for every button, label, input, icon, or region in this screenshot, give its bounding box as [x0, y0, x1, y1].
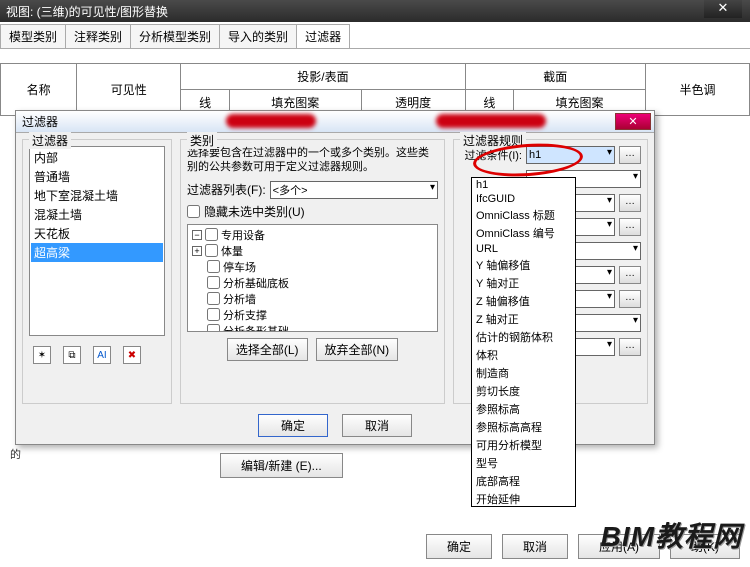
rename-filter-icon[interactable]: AI	[93, 346, 111, 364]
list-item[interactable]: 地下室混凝土墙	[31, 186, 163, 205]
dropdown-item[interactable]: h1	[472, 178, 575, 192]
dropdown-item[interactable]: Y 轴对正	[472, 274, 575, 292]
dialog-title: 过滤器	[22, 113, 58, 130]
col-sec-group: 截面	[465, 64, 645, 90]
rule-more-button[interactable]: …	[619, 290, 641, 308]
main-titlebar: 视图: (三维)的可见性/图形替换 ✕	[0, 0, 750, 22]
rule-filter-dropdown[interactable]: h1IfcGUIDOmniClass 标题OmniClass 编号URLY 轴偏…	[471, 177, 576, 507]
dropdown-item[interactable]: URL	[472, 242, 575, 256]
rule-more-button[interactable]: …	[619, 266, 641, 284]
main-title: 视图: (三维)的可见性/图形替换	[6, 3, 168, 20]
cat-list-label: 过滤器列表(F):	[187, 181, 266, 198]
rule-more-button[interactable]: …	[619, 194, 641, 212]
dropdown-item[interactable]: 底部高程	[472, 472, 575, 490]
categories-desc: 选择要包含在过滤器中的一个或多个类别。这些类别的公共参数可用于定义过滤器规则。	[187, 146, 438, 175]
deselect-all-button[interactable]: 放弃全部(N)	[316, 338, 399, 361]
main-tabs: 模型类别 注释类别 分析模型类别 导入的类别 过滤器	[0, 24, 750, 49]
copy-filter-icon[interactable]: ⧉	[63, 346, 81, 364]
col-proj-group: 投影/表面	[181, 64, 465, 90]
dialog-titlebar[interactable]: 过滤器 ✕	[16, 111, 654, 133]
rule-filter-label: 过滤条件(I):	[460, 147, 522, 163]
category-list[interactable]: −专用设备 +体量 停车场 分析基础底板 分析墙 分析支撑 分析条形基础 分析柱	[187, 224, 438, 332]
list-item[interactable]: 超高梁	[31, 243, 163, 262]
filter-listbox[interactable]: 内部 普通墙 地下室混凝土墙 混凝土墙 天花板 超高梁	[29, 146, 165, 336]
dropdown-item[interactable]: 估计的钢筋体积	[472, 328, 575, 346]
select-all-button[interactable]: 选择全部(L)	[227, 338, 308, 361]
tab-model[interactable]: 模型类别	[0, 24, 66, 48]
bg-header-table: 名称 可见性 投影/表面 截面 半色调 线 填充图案 透明度 线 填充图案	[0, 63, 750, 116]
list-item[interactable]: 内部	[31, 148, 163, 167]
dropdown-item[interactable]: OmniClass 标题	[472, 206, 575, 224]
list-item[interactable]: 停车场	[190, 259, 435, 275]
list-item[interactable]: 分析支撑	[190, 307, 435, 323]
rule-more-button[interactable]: …	[619, 218, 641, 236]
rule-more-button[interactable]: …	[619, 146, 641, 164]
filter-icon-row: ✶ ⧉ AI ✖	[29, 346, 165, 364]
list-item[interactable]: +体量	[190, 243, 435, 259]
dropdown-item[interactable]: 剪切长度	[472, 382, 575, 400]
col-halftone: 半色调	[645, 64, 749, 116]
list-item[interactable]: 分析墙	[190, 291, 435, 307]
hide-unchecked-checkbox[interactable]	[187, 205, 200, 218]
dialog-close-icon[interactable]: ✕	[615, 113, 651, 130]
dropdown-item[interactable]: Z 轴对正	[472, 310, 575, 328]
bottom-text: 的	[10, 446, 21, 462]
footer-buttons: 确定 取消 应用(A) 助(K)	[426, 534, 740, 559]
rule-filter-select[interactable]	[526, 146, 615, 164]
cancel-button[interactable]: 取消	[502, 534, 568, 559]
list-item[interactable]: 分析条形基础	[190, 323, 435, 332]
categories-group-label: 类别	[187, 132, 217, 149]
dropdown-item[interactable]: IfcGUID	[472, 192, 575, 206]
tab-analytical[interactable]: 分析模型类别	[130, 24, 220, 48]
dropdown-item[interactable]: 参照标高	[472, 400, 575, 418]
dropdown-item[interactable]: 制造商	[472, 364, 575, 382]
filter-group: 过滤器 内部 普通墙 地下室混凝土墙 混凝土墙 天花板 超高梁 ✶ ⧉ AI ✖	[22, 139, 172, 404]
dropdown-item[interactable]: 开始延伸	[472, 490, 575, 507]
tab-annotation[interactable]: 注释类别	[65, 24, 131, 48]
hide-unchecked-row[interactable]: 隐藏未选中类别(U)	[187, 203, 438, 220]
edit-new-button[interactable]: 编辑/新建 (E)...	[220, 453, 343, 478]
dialog-ok-button[interactable]: 确定	[258, 414, 328, 437]
dropdown-item[interactable]: 可用分析模型	[472, 436, 575, 454]
tab-filter[interactable]: 过滤器	[296, 24, 350, 48]
blur-redacted	[226, 114, 316, 128]
blur-redacted	[436, 114, 546, 128]
list-item[interactable]: 普通墙	[31, 167, 163, 186]
rules-group-label: 过滤器规则	[460, 132, 526, 149]
filter-group-label: 过滤器	[29, 132, 71, 149]
dialog-cancel-button[interactable]: 取消	[342, 414, 412, 437]
apply-button[interactable]: 应用(A)	[578, 534, 660, 559]
new-filter-icon[interactable]: ✶	[33, 346, 51, 364]
list-item[interactable]: 天花板	[31, 224, 163, 243]
col-visibility: 可见性	[77, 64, 181, 116]
list-item[interactable]: −专用设备	[190, 227, 435, 243]
dropdown-item[interactable]: 参照标高高程	[472, 418, 575, 436]
rule-more-button[interactable]: …	[619, 338, 641, 356]
dropdown-item[interactable]: Y 轴偏移值	[472, 256, 575, 274]
ok-button[interactable]: 确定	[426, 534, 492, 559]
list-item[interactable]: 混凝土墙	[31, 205, 163, 224]
delete-filter-icon[interactable]: ✖	[123, 346, 141, 364]
dropdown-item[interactable]: 型号	[472, 454, 575, 472]
tab-imported[interactable]: 导入的类别	[219, 24, 297, 48]
help-button[interactable]: 助(K)	[670, 534, 740, 559]
hide-unchecked-label: 隐藏未选中类别(U)	[204, 203, 305, 220]
dropdown-item[interactable]: 体积	[472, 346, 575, 364]
dropdown-item[interactable]: Z 轴偏移值	[472, 292, 575, 310]
categories-group: 类别 选择要包含在过滤器中的一个或多个类别。这些类别的公共参数可用于定义过滤器规…	[180, 139, 445, 404]
dropdown-item[interactable]: OmniClass 编号	[472, 224, 575, 242]
list-item[interactable]: 分析基础底板	[190, 275, 435, 291]
cat-list-select[interactable]	[270, 181, 438, 199]
close-icon[interactable]: ✕	[704, 0, 742, 18]
col-name: 名称	[1, 64, 77, 116]
